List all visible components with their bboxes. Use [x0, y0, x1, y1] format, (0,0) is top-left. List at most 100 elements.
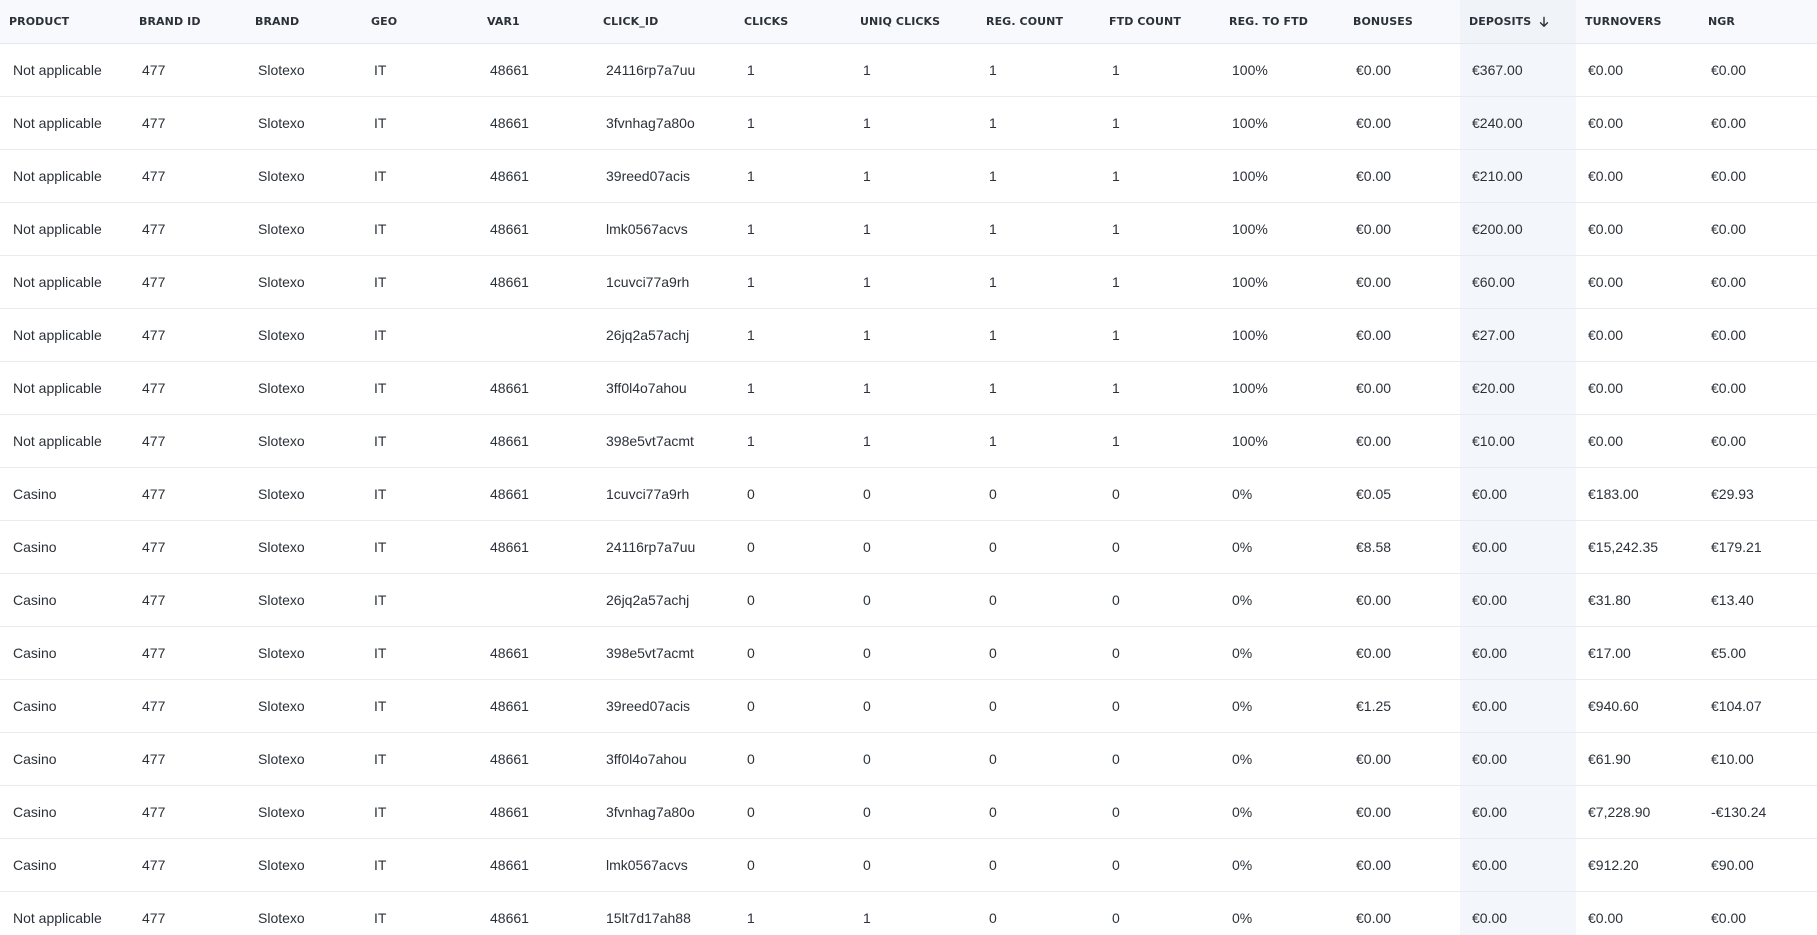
cell-deposits: €240.00	[1460, 96, 1576, 150]
column-header-product[interactable]: PRODUCT	[0, 0, 130, 44]
table-row[interactable]: Casino 477 Slotexo IT 48661 3ff0l4o7ahou 0 0 0 0 0…	[0, 732, 1817, 786]
column-header-turnovers[interactable]: TURNOVERS	[1576, 0, 1699, 44]
cell-reg-to-ftd: 0%	[1220, 785, 1344, 839]
cell-product: Not applicable	[0, 255, 130, 309]
cell-ngr: €90.00	[1699, 838, 1817, 892]
table-row[interactable]: Casino 477 Slotexo IT 48661 3fvnhag7a80o 0 0 0 0 0…	[0, 785, 1817, 839]
cell-uniq-clicks: 1	[851, 43, 977, 97]
column-header-geo[interactable]: GEO	[362, 0, 478, 44]
table-row[interactable]: Casino 477 Slotexo IT 48661 1cuvci77a9rh 0 0 0 0 0…	[0, 467, 1817, 521]
cell-deposits: €200.00	[1460, 202, 1576, 256]
cell-ftd-count: 1	[1100, 308, 1220, 362]
cell-clicks: 0	[735, 573, 851, 627]
cell-ngr: €0.00	[1699, 414, 1817, 468]
cell-clicks: 1	[735, 414, 851, 468]
table-row[interactable]: Not applicable 477 Slotexo IT 48661 1cuvci77a…	[0, 255, 1817, 309]
cell-clicks: 1	[735, 96, 851, 150]
cell-geo: IT	[362, 467, 478, 521]
cell-clicks: 1	[735, 891, 851, 935]
table-row[interactable]: Not applicable 477 Slotexo IT 48661 lmk0567ac…	[0, 202, 1817, 256]
column-header-reg-count[interactable]: REG. COUNT	[977, 0, 1100, 44]
column-header-reg-to-ftd[interactable]: REG. TO FTD	[1220, 0, 1344, 44]
cell-ftd-count: 0	[1100, 679, 1220, 733]
cell-uniq-clicks: 0	[851, 785, 977, 839]
cell-brand: Slotexo	[246, 361, 362, 415]
cell-clicks: 0	[735, 467, 851, 521]
cell-reg-count: 1	[977, 414, 1100, 468]
cell-turnovers: €940.60	[1576, 679, 1699, 733]
cell-ftd-count: 1	[1100, 361, 1220, 415]
cell-turnovers: €31.80	[1576, 573, 1699, 627]
cell-var1: 48661	[478, 255, 594, 309]
cell-var1	[478, 573, 594, 627]
column-header-deposits[interactable]: DEPOSITS	[1460, 0, 1576, 44]
cell-brand-id: 477	[130, 467, 246, 521]
table-row[interactable]: Not applicable 477 Slotexo IT 48661 15lt7d17a…	[0, 891, 1817, 935]
cell-reg-count: 1	[977, 43, 1100, 97]
cell-brand: Slotexo	[246, 891, 362, 935]
cell-turnovers: €183.00	[1576, 467, 1699, 521]
table-row[interactable]: Not applicable 477 Slotexo IT 48661 3ff0l4o7a…	[0, 361, 1817, 415]
table-row[interactable]: Not applicable 477 Slotexo IT 48661 39reed07a…	[0, 149, 1817, 203]
cell-turnovers: €0.00	[1576, 361, 1699, 415]
column-header-brand[interactable]: BRAND	[246, 0, 362, 44]
cell-reg-to-ftd: 100%	[1220, 96, 1344, 150]
cell-var1: 48661	[478, 679, 594, 733]
cell-brand-id: 477	[130, 96, 246, 150]
cell-brand: Slotexo	[246, 626, 362, 680]
column-header-clicks[interactable]: CLICKS	[735, 0, 851, 44]
cell-ngr: €0.00	[1699, 202, 1817, 256]
column-header-var1[interactable]: VAR1	[478, 0, 594, 44]
cell-brand: Slotexo	[246, 149, 362, 203]
cell-click-id: 24116rp7a7uu	[594, 43, 735, 97]
column-header-ngr[interactable]: NGR	[1699, 0, 1817, 44]
table-row[interactable]: Not applicable 477 Slotexo IT 26jq2a57achj 1 1…	[0, 308, 1817, 362]
cell-brand-id: 477	[130, 43, 246, 97]
column-header-click-id[interactable]: CLICK_ID	[594, 0, 735, 44]
column-header-uniq-clicks[interactable]: UNIQ CLICKS	[851, 0, 977, 44]
cell-geo: IT	[362, 43, 478, 97]
cell-var1: 48661	[478, 43, 594, 97]
column-header-label: REG. COUNT	[986, 15, 1064, 28]
cell-bonuses: €0.00	[1344, 202, 1460, 256]
cell-reg-count: 1	[977, 255, 1100, 309]
cell-reg-count: 0	[977, 838, 1100, 892]
column-header-label: UNIQ CLICKS	[860, 15, 941, 28]
cell-brand: Slotexo	[246, 573, 362, 627]
cell-click-id: 398e5vt7acmt	[594, 626, 735, 680]
cell-geo: IT	[362, 785, 478, 839]
cell-reg-to-ftd: 0%	[1220, 679, 1344, 733]
column-header-bonuses[interactable]: BONUSES	[1344, 0, 1460, 44]
table-row[interactable]: Casino 477 Slotexo IT 48661 24116rp7a7uu 0 0 0 0 0…	[0, 520, 1817, 574]
table-row[interactable]: Casino 477 Slotexo IT 26jq2a57achj 0 0 0 0 0% €0.0…	[0, 573, 1817, 627]
table-row[interactable]: Not applicable 477 Slotexo IT 48661 398e5vt7a…	[0, 414, 1817, 468]
cell-turnovers: €0.00	[1576, 308, 1699, 362]
cell-product: Not applicable	[0, 43, 130, 97]
cell-deposits: €210.00	[1460, 149, 1576, 203]
cell-click-id: 3ff0l4o7ahou	[594, 361, 735, 415]
cell-deposits: €0.00	[1460, 838, 1576, 892]
cell-brand: Slotexo	[246, 43, 362, 97]
cell-geo: IT	[362, 838, 478, 892]
cell-turnovers: €17.00	[1576, 626, 1699, 680]
cell-product: Casino	[0, 467, 130, 521]
sort-arrow-down-icon[interactable]	[1538, 16, 1550, 28]
cell-reg-count: 0	[977, 891, 1100, 935]
cell-brand: Slotexo	[246, 838, 362, 892]
table-row[interactable]: Not applicable 477 Slotexo IT 48661 3fvnhag7a…	[0, 96, 1817, 150]
cell-clicks: 1	[735, 308, 851, 362]
table-row[interactable]: Casino 477 Slotexo IT 48661 398e5vt7acmt 0 0 0 0 0…	[0, 626, 1817, 680]
cell-brand-id: 477	[130, 785, 246, 839]
column-header-ftd-count[interactable]: FTD COUNT	[1100, 0, 1220, 44]
table-row[interactable]: Casino 477 Slotexo IT 48661 39reed07acis 0 0 0 0 0…	[0, 679, 1817, 733]
cell-reg-count: 0	[977, 467, 1100, 521]
cell-reg-count: 0	[977, 626, 1100, 680]
column-header-brand-id[interactable]: BRAND ID	[130, 0, 246, 44]
cell-uniq-clicks: 0	[851, 679, 977, 733]
cell-ftd-count: 1	[1100, 149, 1220, 203]
cell-click-id: 26jq2a57achj	[594, 308, 735, 362]
cell-uniq-clicks: 0	[851, 838, 977, 892]
table-row[interactable]: Casino 477 Slotexo IT 48661 lmk0567acvs 0 0 0 0 0%…	[0, 838, 1817, 892]
table-row[interactable]: Not applicable 477 Slotexo IT 48661 24116rp7a…	[0, 43, 1817, 97]
cell-uniq-clicks: 0	[851, 573, 977, 627]
